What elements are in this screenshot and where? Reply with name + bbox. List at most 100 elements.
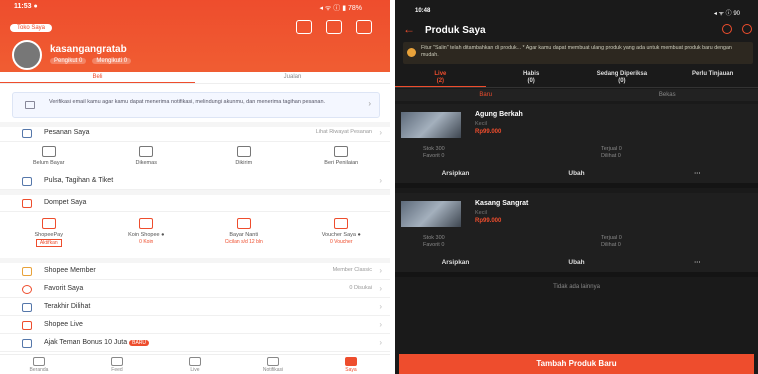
add-product-button[interactable]: Tambah Produk Baru — [399, 354, 754, 374]
username: kasangangratab — [50, 44, 127, 55]
bills-row[interactable]: Pulsa, Tagihan & Tiket › — [0, 172, 390, 190]
voucher-item[interactable]: Voucher Saya ● 0 Voucher — [293, 218, 391, 247]
nav-label: Feed — [111, 367, 123, 373]
product-variant: Kecil — [475, 121, 487, 127]
stock-value: Stok 300 — [423, 235, 445, 241]
tab-buy[interactable]: Beli — [0, 72, 195, 83]
verify-email-banner[interactable]: Verifikasi email kamu agar kamu dapat me… — [12, 92, 380, 118]
more-options-button[interactable]: ··· — [637, 256, 758, 270]
wallet-item-name: Bayar Nanti — [229, 232, 259, 238]
views-value: Dilihat 0 — [601, 242, 621, 248]
order-status-review[interactable]: Beri Penilaian — [293, 146, 391, 166]
status-time: 11:53 ● — [14, 3, 38, 10]
coins-item[interactable]: Koin Shopee ● 0 Koin — [98, 218, 196, 247]
archive-button[interactable]: Arsipkan — [395, 167, 516, 181]
shopeepay-item[interactable]: ShopeePay Aktifkan — [0, 218, 98, 247]
tab-sold-out[interactable]: Habis (0) — [486, 68, 577, 87]
gift-icon — [22, 339, 32, 348]
phone-icon — [22, 177, 32, 186]
shopeepay-icon — [41, 218, 56, 229]
my-shop-button[interactable]: Toko Saya — [10, 24, 53, 32]
status-indicators: ◂ ᯤ ⓘ 90 — [713, 11, 740, 17]
wallet-label: Dompet Saya — [44, 199, 87, 206]
product-name: Agung Berkah — [475, 111, 523, 118]
voucher-icon — [334, 218, 349, 229]
order-status-label: Beri Penilaian — [324, 160, 359, 166]
product-actions: Arsipkan Ubah ··· — [395, 256, 758, 270]
chat-icon[interactable] — [356, 20, 372, 34]
wallet-row[interactable]: Dompet Saya — [0, 194, 390, 212]
product-card[interactable]: Kasang Sangrat Kecil Rp99.000 Stok 300 Fa… — [395, 193, 758, 277]
order-status-shipped[interactable]: Dikirim — [195, 146, 293, 166]
member-row[interactable]: Shopee Member Member Classic › — [0, 262, 390, 280]
edit-button[interactable]: Ubah — [516, 256, 637, 270]
nav-live[interactable]: Live — [156, 355, 234, 374]
follow-stats: Pengikut 0 Mengikuti 0 — [50, 58, 132, 64]
back-arrow-icon[interactable]: ← — [403, 22, 415, 36]
archive-button[interactable]: Arsipkan — [395, 256, 516, 270]
mode-tabs: Beli Jualan — [0, 72, 390, 84]
cart-icon[interactable] — [326, 20, 342, 34]
tab-under-review[interactable]: Sedang Diperiksa (0) — [577, 68, 668, 87]
tab-count: (2) — [436, 78, 445, 84]
nav-me[interactable]: Saya — [312, 355, 390, 374]
nav-home[interactable]: Beranda — [0, 355, 78, 374]
subtab-new[interactable]: Baru — [395, 89, 577, 101]
subtab-used[interactable]: Bekas — [577, 89, 758, 101]
menu-label: Favorit Saya — [44, 285, 84, 292]
chevron-right-icon: › — [379, 176, 382, 185]
product-image[interactable] — [401, 112, 461, 138]
info-icon — [407, 48, 416, 57]
following-count[interactable]: Mengikuti 0 — [92, 58, 132, 64]
product-card[interactable]: Agung Berkah Kecil Rp99.000 Stok 300 Favo… — [395, 104, 758, 188]
favorites-row[interactable]: Favorit Saya 0 Disukai › — [0, 280, 390, 298]
wallet-item-name: ShopeePay — [34, 232, 63, 238]
chevron-right-icon[interactable]: › — [368, 100, 371, 108]
product-image[interactable] — [401, 201, 461, 227]
wallet-item-sub: 0 Koin — [139, 239, 154, 245]
settings-icon[interactable] — [296, 20, 312, 34]
screenshot-root: 11:53 ● ◂ ᯤ ⓘ ▮ 78% Toko Saya kasangangr… — [0, 0, 758, 374]
edit-button[interactable]: Ubah — [516, 167, 637, 181]
chat-icon[interactable] — [742, 24, 752, 34]
order-status-label: Belum Bayar — [33, 160, 65, 166]
wallet-item-name: Voucher Saya ● — [321, 232, 361, 238]
live-icon — [22, 321, 32, 330]
shopee-live-row[interactable]: Shopee Live › — [0, 316, 390, 334]
nav-notifications[interactable]: Notifikasi — [234, 355, 312, 374]
more-options-button[interactable]: ··· — [637, 167, 758, 181]
bell-icon — [267, 357, 279, 366]
chevron-right-icon: › — [379, 284, 382, 293]
nav-feed[interactable]: Feed — [78, 355, 156, 374]
order-history-link[interactable]: Lihat Riwayat Pesanan — [316, 129, 372, 135]
order-status-label: Dikirim — [235, 160, 253, 166]
paylater-item[interactable]: Bayar Nanti Cicilan s/d 12 bln — [195, 218, 293, 247]
tab-live[interactable]: Live (2) — [395, 68, 486, 87]
sold-value: Terjual 0 — [601, 146, 622, 152]
orders-row[interactable]: Pesanan Saya Lihat Riwayat Pesanan › — [0, 124, 390, 142]
condition-subtabs: Baru Bekas — [395, 89, 758, 101]
search-icon[interactable] — [722, 24, 732, 34]
my-products-screen: 10:48 ◂ ᯤ ⓘ 90 ← Produk Saya Fitur "Sali… — [395, 0, 758, 374]
menu-label: Shopee Live — [44, 321, 83, 328]
menu-right-text: 0 Disukai — [349, 285, 372, 291]
order-status-unpaid[interactable]: Belum Bayar — [0, 146, 98, 166]
order-status-label: Dikemas — [135, 160, 157, 166]
order-status-packed[interactable]: Dikemas — [98, 146, 196, 166]
activate-button[interactable]: Aktifkan — [35, 239, 62, 247]
coin-icon — [139, 218, 154, 229]
recently-viewed-row[interactable]: Terakhir Dilihat › — [0, 298, 390, 316]
stock-value: Stok 300 — [423, 146, 445, 152]
referral-row[interactable]: Ajak Teman Bonus 10 Juta BARU › — [0, 334, 390, 352]
product-status-tabs: Live (2) Habis (0) Sedang Diperiksa (0) Per… — [395, 68, 758, 88]
nav-label: Live — [190, 367, 200, 373]
followers-count[interactable]: Pengikut 0 — [50, 58, 87, 64]
status-time: 10:48 — [415, 8, 431, 14]
tab-sell[interactable]: Jualan — [195, 72, 390, 83]
wallet-item-sub: Cicilan s/d 12 bln — [224, 239, 263, 245]
avatar[interactable] — [12, 40, 42, 70]
tab-needs-review[interactable]: Perlu Tinjauan — [667, 68, 758, 87]
box-icon — [139, 146, 154, 157]
product-actions: Arsipkan Ubah ··· — [395, 167, 758, 181]
wallet-item-sub: 0 Voucher — [329, 239, 353, 245]
